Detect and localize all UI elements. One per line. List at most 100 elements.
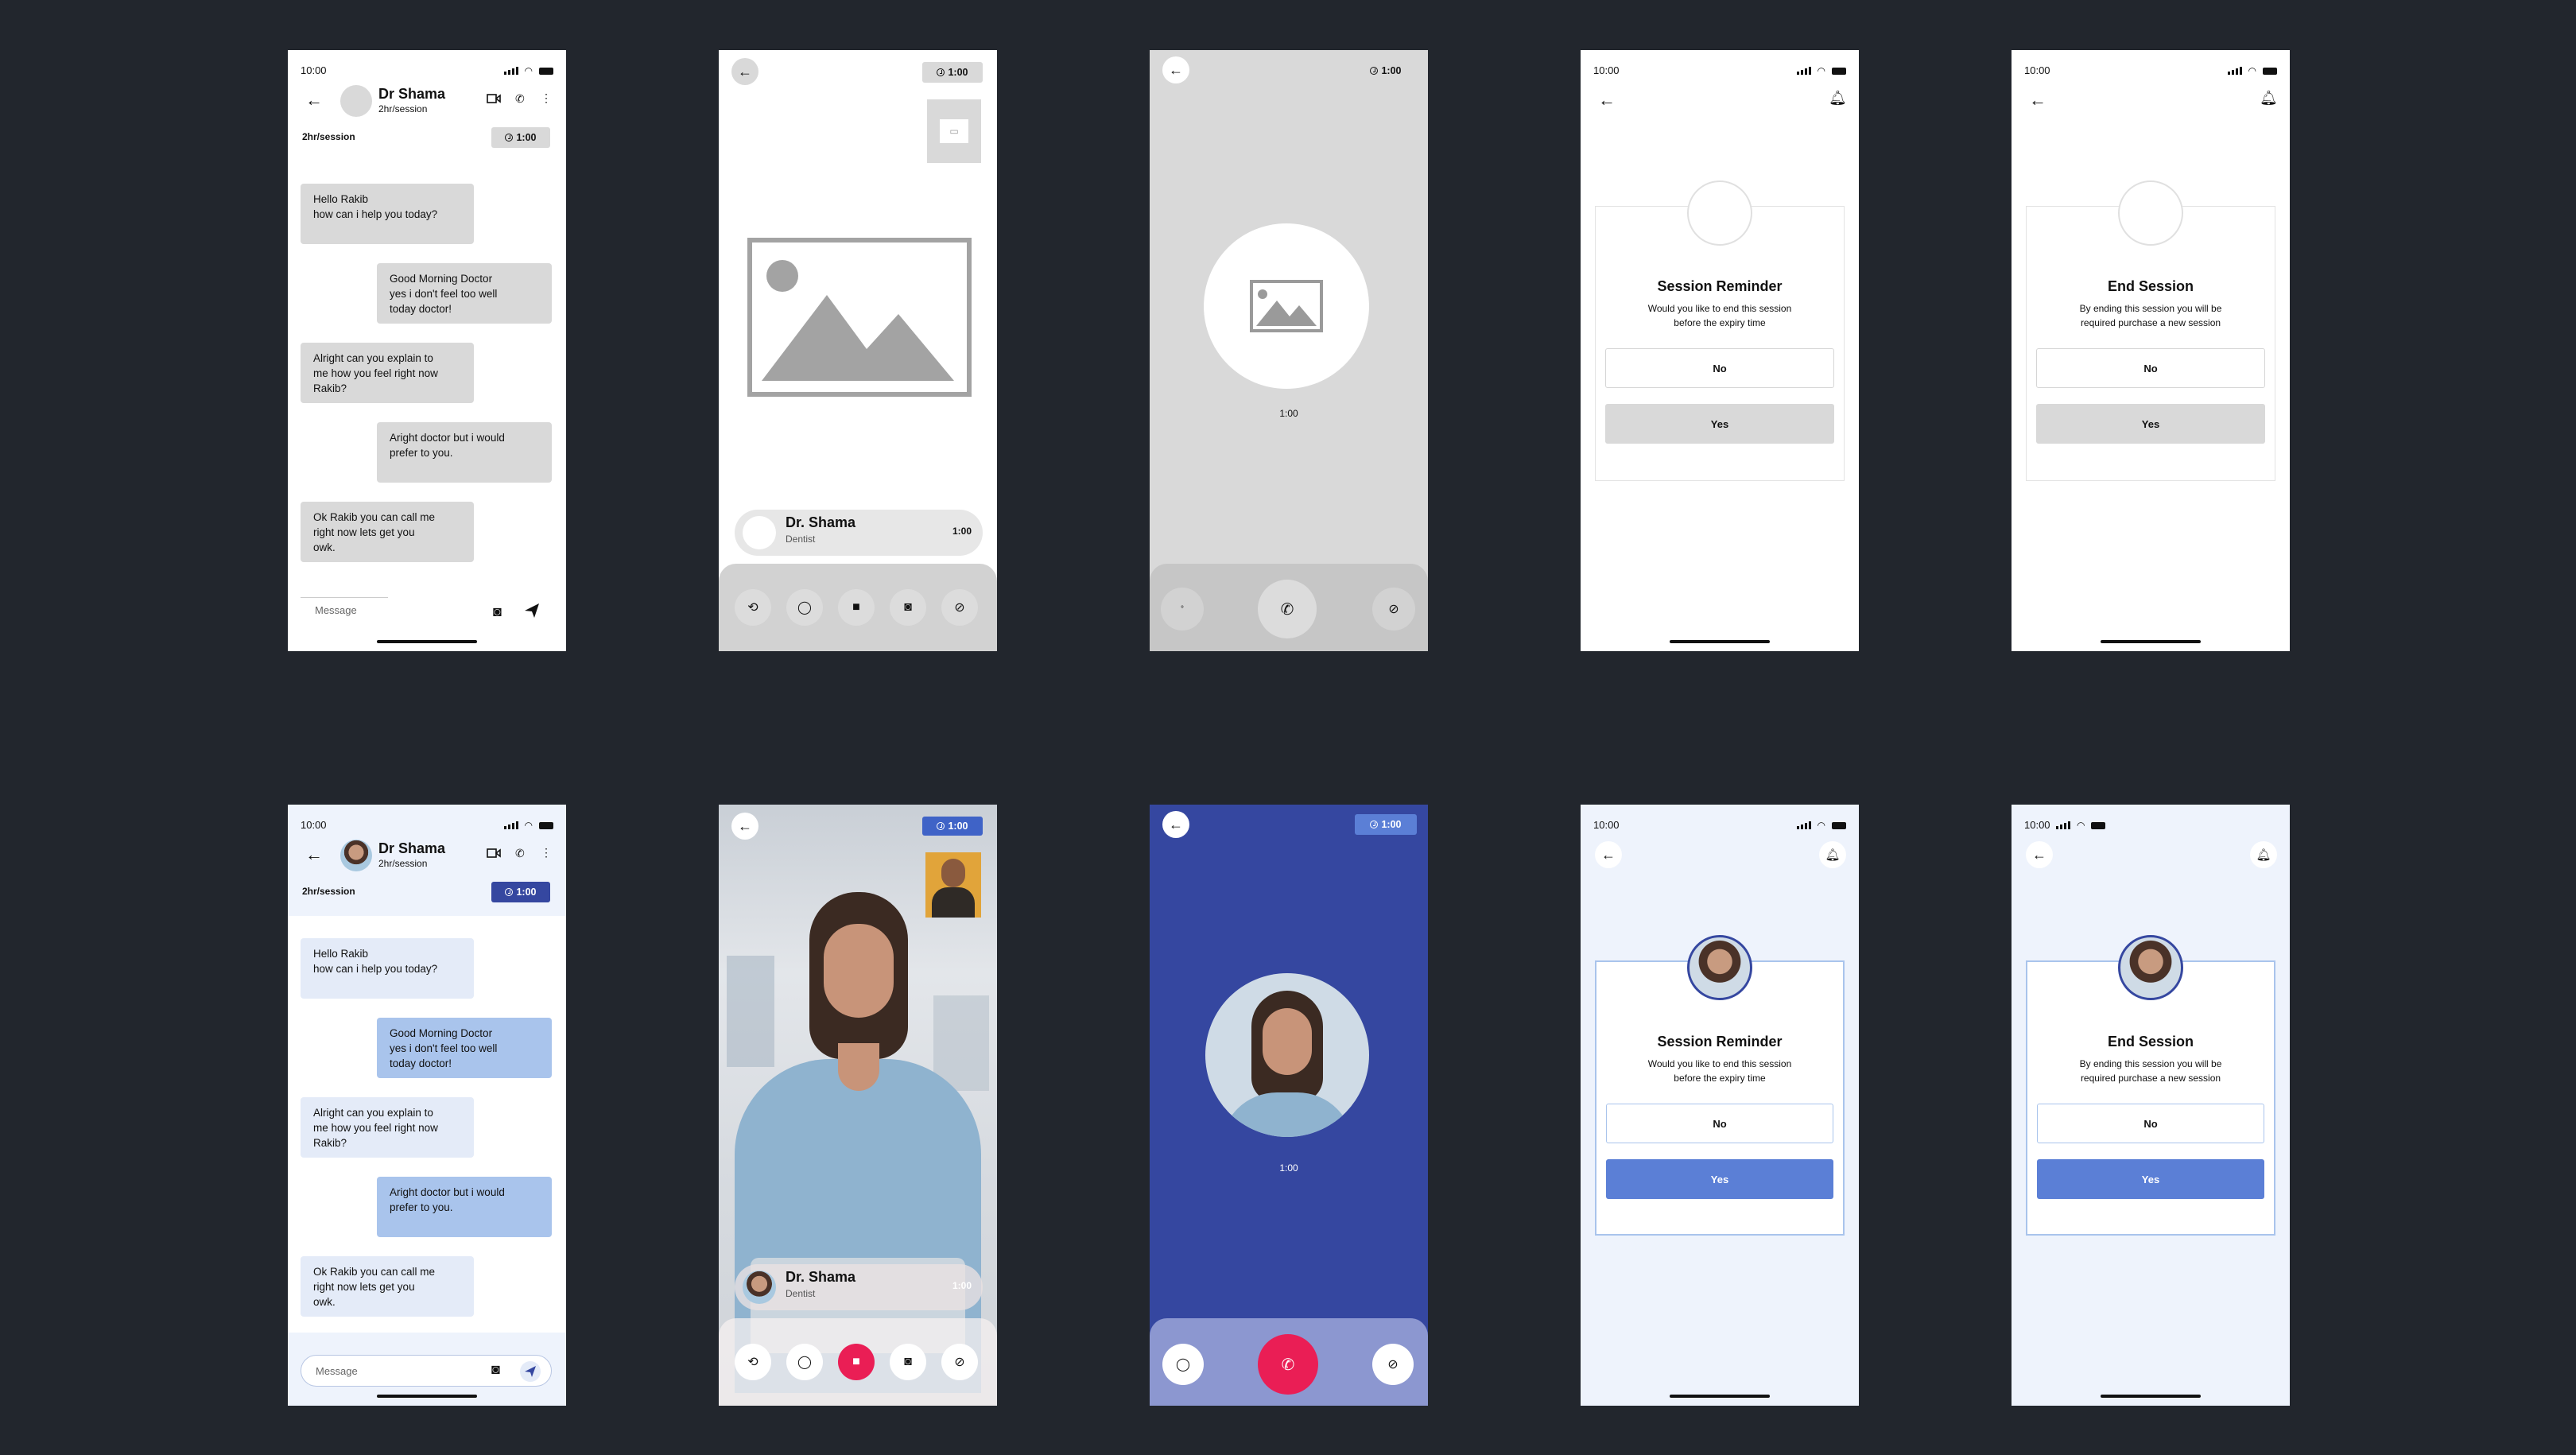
more-icon[interactable]: ⋮ <box>541 846 552 859</box>
signal-icon <box>503 67 518 75</box>
chat-icon[interactable]: ° <box>1161 588 1204 630</box>
send-icon[interactable] <box>520 1361 541 1382</box>
chat-icon[interactable]: ◯ <box>786 589 823 626</box>
back-arrow-icon[interactable]: ← <box>305 91 323 109</box>
chat-bubble: Ok Rakib you can call me right now lets … <box>301 1256 474 1317</box>
back-arrow-icon[interactable]: ← <box>731 58 758 85</box>
home-indicator <box>377 640 477 643</box>
phone-icon[interactable]: ✆ <box>515 847 525 860</box>
self-preview <box>925 852 981 918</box>
camera-icon[interactable]: ◙ <box>890 589 926 626</box>
chat-screen-wireframe: 10:00 ◠ ← Dr Shama 2hr/session ✆ ⋮ 2hr/s… <box>288 50 566 651</box>
session-timer: 1:00 <box>922 62 983 83</box>
no-button[interactable]: No <box>1606 1104 1833 1143</box>
wifi-icon: ◠ <box>2248 65 2256 76</box>
back-arrow-icon[interactable]: ← <box>1162 56 1189 83</box>
caller-photo <box>1205 973 1369 1137</box>
avatar <box>1687 935 1752 1000</box>
call-end-icon[interactable]: ✆ <box>1258 1334 1318 1395</box>
no-button[interactable]: No <box>1605 348 1834 388</box>
mic-off-icon[interactable]: ⊘ <box>1372 1344 1414 1385</box>
bell-icon[interactable]: 🔔︎ <box>2250 841 2277 868</box>
status-time: 10:00 <box>301 819 327 831</box>
message-input[interactable]: Message <box>301 597 388 618</box>
status-bar: 10:00 ◠ <box>2024 64 2277 76</box>
status-bar: 10:00 ◠ <box>1593 64 1846 76</box>
caller-photo <box>1204 223 1369 389</box>
doctor-name: Dr Shama <box>378 86 446 102</box>
dialog-title: End Session <box>2107 278 2194 294</box>
clock-icon <box>505 134 514 142</box>
back-arrow-icon[interactable]: ← <box>2029 91 2046 109</box>
send-icon[interactable] <box>523 602 541 619</box>
chat-icon[interactable]: ◯ <box>786 1344 823 1380</box>
camera-icon[interactable]: ◙ <box>890 1344 926 1380</box>
battery-icon <box>1832 821 1846 829</box>
audio-call-screen: ← 1:00 1:00 ◯ ✆ ⊘ <box>1150 805 1428 1406</box>
yes-button[interactable]: Yes <box>2037 1159 2264 1199</box>
back-arrow-icon[interactable]: ← <box>305 846 323 863</box>
avatar <box>1687 180 1752 246</box>
message-input[interactable]: Message <box>301 1355 552 1387</box>
mic-off-icon[interactable]: ⊘ <box>1372 588 1415 630</box>
phone-icon[interactable]: ✆ <box>515 92 525 106</box>
session-rate-label: 2hr/session <box>302 886 355 897</box>
chat-icon[interactable]: ◯ <box>1162 1344 1204 1385</box>
image-placeholder-icon <box>747 238 972 397</box>
more-icon[interactable]: ⋮ <box>541 91 552 105</box>
back-arrow-icon[interactable]: ← <box>1598 91 1616 109</box>
call-end-icon[interactable]: ✆ <box>1258 580 1317 638</box>
video-icon[interactable] <box>487 93 501 104</box>
chat-bubble: Good Morning Doctor yes i don't feel too… <box>377 263 552 324</box>
mic-off-icon[interactable]: ⊘ <box>941 589 978 626</box>
no-button[interactable]: No <box>2037 1104 2264 1143</box>
self-preview: ▭ <box>927 99 981 163</box>
bell-icon[interactable]: 🔔︎ <box>1819 841 1846 868</box>
yes-button[interactable]: Yes <box>2036 404 2265 444</box>
video-icon[interactable]: ■ <box>838 1344 875 1380</box>
status-time: 10:00 <box>1593 819 1620 831</box>
avatar <box>743 1271 776 1304</box>
mic-off-icon[interactable]: ⊘ <box>941 1344 978 1380</box>
avatar <box>340 85 372 117</box>
chat-bubble: Hello Rakib how can i help you today? <box>301 938 474 999</box>
dialog-card: Session Reminder Would you like to end t… <box>1595 206 1845 481</box>
clock-icon <box>937 68 945 76</box>
dialog-card: End Session By ending this session you w… <box>2026 206 2275 481</box>
clock-icon <box>1370 821 1379 828</box>
chat-bubble: Ok Rakib you can call me right now lets … <box>301 502 474 562</box>
camera-icon[interactable]: ◙ <box>491 1361 500 1378</box>
doctor-name: Dr. Shama <box>786 1269 856 1285</box>
back-arrow-icon[interactable]: ← <box>1162 811 1189 838</box>
no-button[interactable]: No <box>2036 348 2265 388</box>
home-indicator <box>1670 1395 1770 1398</box>
image-placeholder-icon <box>1250 280 1323 332</box>
yes-button[interactable]: Yes <box>1606 1159 1833 1199</box>
signal-icon <box>1796 821 1811 829</box>
chat-screen: 10:00 ◠ ← Dr Shama 2hr/session ✆ ⋮ 2hr/s… <box>288 805 566 1406</box>
camera-icon[interactable]: ◙ <box>493 603 502 620</box>
video-icon[interactable] <box>487 848 501 859</box>
status-time: 10:00 <box>2024 819 2050 831</box>
session-rate-label: 2hr/session <box>302 131 355 142</box>
flip-camera-icon[interactable]: ⟲ <box>735 1344 771 1380</box>
back-arrow-icon[interactable]: ← <box>731 813 758 840</box>
home-indicator <box>2101 640 2201 643</box>
back-arrow-icon[interactable]: ← <box>1595 841 1622 868</box>
end-session-screen: 10:00 ◠ ← 🔔︎ End Session By ending this … <box>2012 805 2290 1406</box>
bell-icon[interactable]: 🔔︎ <box>1829 90 1847 107</box>
video-icon[interactable]: ■ <box>838 589 875 626</box>
dialog-message: Would you like to end this session befor… <box>1647 1058 1792 1084</box>
status-time: 10:00 <box>2024 64 2050 76</box>
signal-icon <box>2056 821 2070 829</box>
status-bar: 10:00 ◠ <box>2024 819 2277 831</box>
status-time: 10:00 <box>301 64 327 76</box>
back-arrow-icon[interactable]: ← <box>2026 841 2053 868</box>
bell-icon[interactable]: 🔔︎ <box>2260 90 2278 107</box>
yes-button[interactable]: Yes <box>1605 404 1834 444</box>
flip-camera-icon[interactable]: ⟲ <box>735 589 771 626</box>
battery-icon <box>2091 821 2106 829</box>
session-timer: 1:00 <box>491 127 550 148</box>
doctor-name: Dr. Shama <box>786 514 856 530</box>
dialog-title: Session Reminder <box>1657 1034 1783 1050</box>
